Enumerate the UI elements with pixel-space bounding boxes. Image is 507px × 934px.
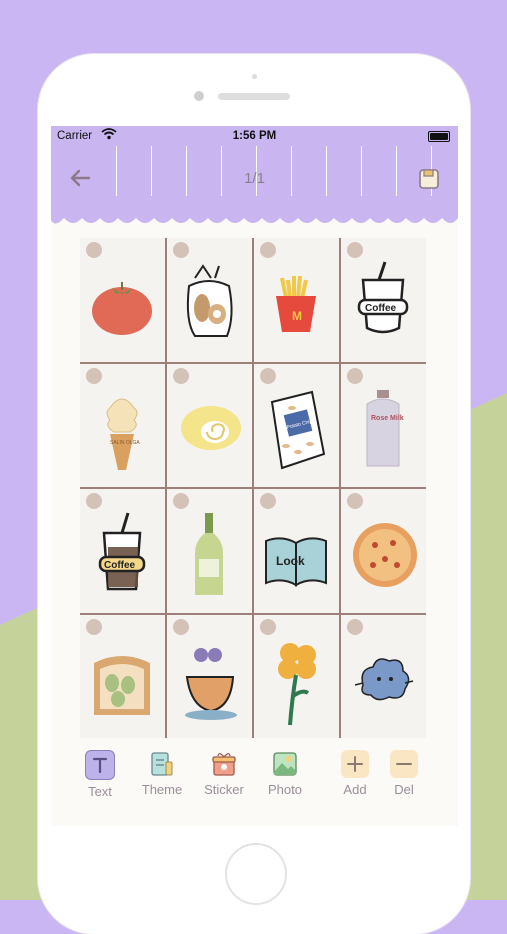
coffee-label: Coffee xyxy=(365,303,397,314)
avocado-toast-sticker xyxy=(94,655,150,715)
save-icon[interactable] xyxy=(418,168,440,190)
grid-cell[interactable]: Coffee xyxy=(80,489,165,613)
swiss-roll-sticker xyxy=(181,405,241,450)
ice-cream-label: SALIN OLGA xyxy=(110,440,140,446)
sticker-icon xyxy=(210,750,238,778)
app-screen: Carrier 1:56 PM 1/1 M Coffee SALIN OLGA … xyxy=(51,126,458,826)
grid-cell[interactable] xyxy=(167,489,252,613)
photo-icon xyxy=(271,750,299,778)
rose-milk-sticker: Rose Milk xyxy=(366,389,404,466)
text-tool-button[interactable]: Text xyxy=(69,750,131,799)
battery-icon xyxy=(428,131,450,142)
snack-bag-sticker: Potato Chips xyxy=(270,390,326,469)
book-label: Look xyxy=(276,554,305,568)
yellow-flower-sticker xyxy=(278,642,316,725)
grid-cell[interactable]: Look xyxy=(254,489,339,613)
tomato-sticker xyxy=(92,282,152,335)
status-time: 1:56 PM xyxy=(232,130,277,142)
grid-cell[interactable] xyxy=(80,238,165,362)
sticker-tool-button[interactable]: Sticker xyxy=(193,750,255,797)
bottom-toolbar: Text Theme Sticker Photo Add Del xyxy=(51,750,458,810)
svg-text:M: M xyxy=(292,309,302,323)
theme-tool-button[interactable]: Theme xyxy=(131,750,193,797)
grid-cell[interactable] xyxy=(167,238,252,362)
grid-cell[interactable]: Potato Chips xyxy=(254,363,339,487)
front-sensor xyxy=(252,74,257,79)
grid-cell[interactable] xyxy=(167,363,252,487)
grid-cell[interactable]: SALIN OLGA xyxy=(80,363,165,487)
grid-cell[interactable] xyxy=(254,614,339,738)
sticker-tool-label: Sticker xyxy=(204,782,244,797)
grid-cell[interactable]: Rose Milk xyxy=(341,363,426,487)
page-indicator: 1/1 xyxy=(244,170,265,187)
rose-milk-label: Rose Milk xyxy=(371,415,404,422)
ice-cream-sticker: SALIN OLGA xyxy=(106,398,140,470)
delete-label: Del xyxy=(394,782,414,797)
status-bar: Carrier 1:56 PM xyxy=(51,126,458,146)
photo-tool-button[interactable]: Photo xyxy=(254,750,316,797)
grid-cell[interactable] xyxy=(341,614,426,738)
iced-coffee-label: Coffee xyxy=(104,560,136,571)
theme-tool-label: Theme xyxy=(141,782,183,797)
grid-cell[interactable]: Coffee xyxy=(341,238,426,362)
flower-pot-sticker xyxy=(185,647,237,720)
iced-coffee-sticker: Coffee xyxy=(98,512,146,591)
delete-button[interactable]: Del xyxy=(373,750,435,797)
header-bar: Carrier 1:56 PM 1/1 xyxy=(51,126,458,218)
pizza-sticker xyxy=(353,523,417,587)
plus-icon xyxy=(341,750,369,778)
home-button[interactable] xyxy=(225,843,287,905)
front-camera xyxy=(194,91,204,101)
blue-cloud-sticker xyxy=(354,657,414,700)
text-tool-label: Text xyxy=(88,784,112,799)
grid-cell[interactable] xyxy=(80,614,165,738)
sticker-grid: M Coffee SALIN OLGA Potato Chips Rose Mi… xyxy=(80,238,426,738)
coffee-cup-sticker: Coffee xyxy=(357,261,409,334)
photo-tool-label: Photo xyxy=(268,782,302,797)
grid-cell[interactable]: M xyxy=(254,238,339,362)
earpiece-speaker xyxy=(218,93,290,100)
wine-bottle-sticker xyxy=(195,513,223,595)
header-scallop-edge xyxy=(51,212,458,224)
bread-bag-sticker xyxy=(186,264,233,337)
open-book-sticker: Look xyxy=(265,537,327,587)
text-icon xyxy=(85,750,115,780)
grid-cell[interactable] xyxy=(167,614,252,738)
fries-sticker: M xyxy=(276,275,316,332)
theme-icon xyxy=(148,750,176,778)
minus-icon xyxy=(390,750,418,778)
grid-cell[interactable] xyxy=(341,489,426,613)
